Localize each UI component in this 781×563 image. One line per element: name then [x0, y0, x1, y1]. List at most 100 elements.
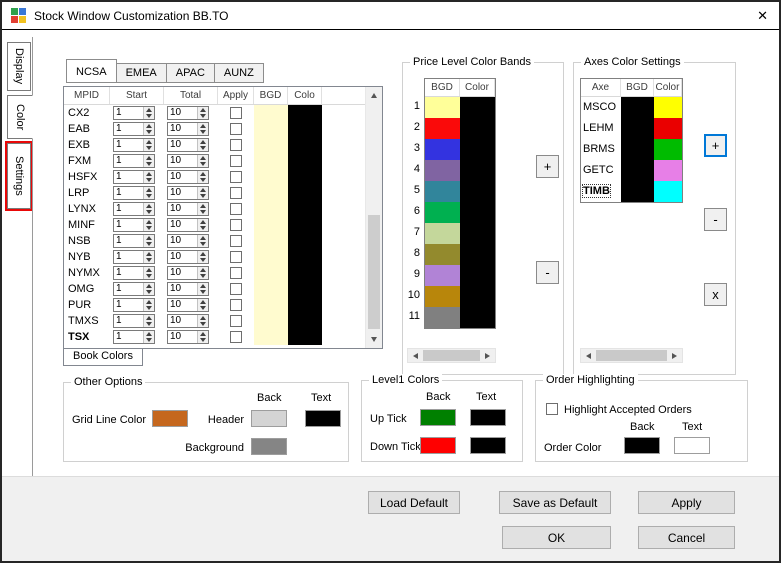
color-cell[interactable] — [288, 185, 322, 201]
spinner-arrows[interactable] — [143, 123, 154, 135]
apply-checkbox[interactable] — [230, 267, 242, 279]
total-spinner[interactable]: 10 — [167, 298, 209, 312]
start-spinner[interactable]: 1 — [113, 138, 155, 152]
spinner-arrows[interactable] — [143, 283, 154, 295]
bgd-color-cell[interactable] — [254, 329, 288, 345]
apply-checkbox[interactable] — [230, 219, 242, 231]
book-colors-tab[interactable]: Book Colors — [63, 349, 143, 366]
spinner-arrows[interactable] — [197, 107, 208, 119]
start-spinner[interactable]: 1 — [113, 154, 155, 168]
bgd-color-cell[interactable] — [621, 97, 654, 118]
spinner-arrows[interactable] — [197, 331, 208, 343]
bgd-color-cell[interactable] — [254, 185, 288, 201]
spinner-arrows[interactable] — [143, 187, 154, 199]
bgd-color-cell[interactable] — [425, 139, 460, 160]
total-spinner[interactable]: 10 — [167, 218, 209, 232]
color-cell[interactable] — [288, 265, 322, 281]
bgd-color-cell[interactable] — [254, 249, 288, 265]
bgd-color-cell[interactable] — [621, 118, 654, 139]
apply-checkbox[interactable] — [230, 203, 242, 215]
scroll-left-button[interactable] — [581, 349, 596, 362]
apply-checkbox[interactable] — [230, 315, 242, 327]
color-cell[interactable] — [288, 169, 322, 185]
spinner-arrows[interactable] — [143, 139, 154, 151]
spinner-arrows[interactable] — [143, 107, 154, 119]
axes-remove-button[interactable]: - — [704, 208, 727, 231]
bgd-color-cell[interactable] — [621, 181, 654, 202]
apply-checkbox[interactable] — [230, 171, 242, 183]
down-tick-text-swatch[interactable] — [470, 437, 506, 454]
color-cell[interactable] — [654, 97, 682, 118]
spinner-arrows[interactable] — [143, 203, 154, 215]
color-cell[interactable] — [460, 160, 495, 181]
total-spinner[interactable]: 10 — [167, 186, 209, 200]
spinner-arrows[interactable] — [197, 139, 208, 151]
bgd-color-cell[interactable] — [425, 265, 460, 286]
bgd-color-cell[interactable] — [254, 105, 288, 121]
spinner-arrows[interactable] — [143, 219, 154, 231]
axes-add-button[interactable]: + — [704, 134, 727, 157]
apply-checkbox[interactable] — [230, 299, 242, 311]
color-cell[interactable] — [288, 297, 322, 313]
start-spinner[interactable]: 1 — [113, 170, 155, 184]
price-horizontal-scrollbar[interactable] — [407, 348, 496, 363]
color-cell[interactable] — [460, 307, 495, 328]
up-tick-back-swatch[interactable] — [420, 409, 456, 426]
bgd-color-cell[interactable] — [425, 202, 460, 223]
color-cell[interactable] — [460, 202, 495, 223]
tab-aunz[interactable]: AUNZ — [213, 63, 264, 83]
order-text-swatch[interactable] — [674, 437, 710, 454]
sidebar-tab-display[interactable]: Display — [7, 42, 31, 91]
bgd-color-cell[interactable] — [621, 139, 654, 160]
load-default-button[interactable]: Load Default — [368, 491, 460, 514]
axes-horizontal-scrollbar[interactable] — [580, 348, 683, 363]
highlight-accepted-checkbox[interactable] — [546, 403, 558, 415]
bgd-color-cell[interactable] — [425, 160, 460, 181]
bgd-color-cell[interactable] — [425, 286, 460, 307]
save-as-default-button[interactable]: Save as Default — [499, 491, 611, 514]
total-spinner[interactable]: 10 — [167, 154, 209, 168]
total-spinner[interactable]: 10 — [167, 202, 209, 216]
spinner-arrows[interactable] — [143, 299, 154, 311]
color-cell[interactable] — [288, 233, 322, 249]
spinner-arrows[interactable] — [197, 283, 208, 295]
spinner-arrows[interactable] — [197, 251, 208, 263]
color-cell[interactable] — [288, 153, 322, 169]
ok-button[interactable]: OK — [502, 526, 611, 549]
color-cell[interactable] — [288, 313, 322, 329]
total-spinner[interactable]: 10 — [167, 138, 209, 152]
color-cell[interactable] — [288, 249, 322, 265]
bgd-color-cell[interactable] — [425, 223, 460, 244]
bgd-color-cell[interactable] — [254, 281, 288, 297]
scroll-thumb[interactable] — [596, 350, 667, 361]
total-spinner[interactable]: 10 — [167, 170, 209, 184]
header-text-swatch[interactable] — [305, 410, 341, 427]
spinner-arrows[interactable] — [143, 251, 154, 263]
sidebar-tab-color[interactable]: Color — [7, 95, 33, 139]
background-color-swatch[interactable] — [251, 438, 287, 455]
bgd-color-cell[interactable] — [425, 118, 460, 139]
bgd-color-cell[interactable] — [425, 244, 460, 265]
spinner-arrows[interactable] — [197, 155, 208, 167]
color-cell[interactable] — [460, 265, 495, 286]
spinner-arrows[interactable] — [197, 315, 208, 327]
bgd-color-cell[interactable] — [254, 297, 288, 313]
total-spinner[interactable]: 10 — [167, 266, 209, 280]
apply-checkbox[interactable] — [230, 107, 242, 119]
mpid-vertical-scrollbar[interactable] — [365, 87, 382, 348]
apply-checkbox[interactable] — [230, 331, 242, 343]
start-spinner[interactable]: 1 — [113, 218, 155, 232]
apply-checkbox[interactable] — [230, 155, 242, 167]
axe-label[interactable]: LEHM — [583, 122, 614, 134]
color-cell[interactable] — [460, 244, 495, 265]
bgd-color-cell[interactable] — [425, 97, 460, 118]
axe-label[interactable]: MSCO — [583, 101, 616, 113]
total-spinner[interactable]: 10 — [167, 282, 209, 296]
color-cell[interactable] — [460, 139, 495, 160]
spinner-arrows[interactable] — [143, 267, 154, 279]
scroll-thumb[interactable] — [423, 350, 480, 361]
color-cell[interactable] — [460, 223, 495, 244]
bgd-color-cell[interactable] — [254, 313, 288, 329]
spinner-arrows[interactable] — [143, 155, 154, 167]
start-spinner[interactable]: 1 — [113, 234, 155, 248]
